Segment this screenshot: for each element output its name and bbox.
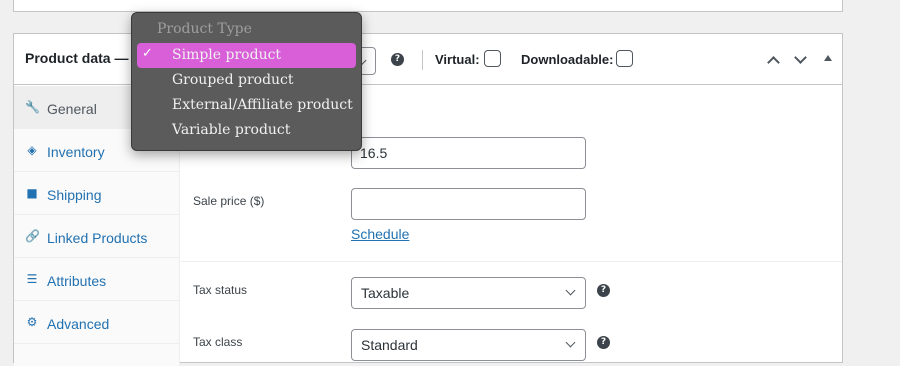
section-divider — [181, 261, 842, 262]
tag-icon: ◈ — [27, 143, 37, 157]
dropdown-header: Product Type — [157, 21, 252, 37]
option-label: External/Affiliate product — [172, 97, 353, 113]
tax-status-value: Taxable — [361, 285, 410, 301]
gear-icon: ⚙ — [26, 315, 38, 329]
move-up-icon[interactable] — [767, 56, 780, 69]
option-grouped-product[interactable]: Grouped product — [137, 68, 356, 93]
schedule-link[interactable]: Schedule — [351, 226, 409, 242]
previous-panel-box — [13, 0, 843, 12]
tab-label: Attributes — [47, 273, 107, 289]
tab-linked-products[interactable]: 🔗 Linked Products — [14, 215, 180, 258]
option-label: Simple product — [172, 47, 282, 63]
help-icon[interactable]: ? — [597, 284, 610, 297]
move-down-icon[interactable] — [794, 51, 807, 64]
header-separator — [422, 50, 423, 70]
tab-advanced[interactable]: ⚙ Advanced — [14, 301, 180, 344]
virtual-label: Virtual: — [435, 52, 480, 67]
help-icon[interactable]: ? — [391, 53, 404, 66]
checkmark-icon: ✓ — [142, 46, 153, 61]
tax-class-select[interactable]: Standard — [351, 329, 586, 361]
tab-label: Shipping — [47, 187, 102, 203]
product-type-dropdown: Product Type ✓ Simple product Grouped pr… — [131, 12, 362, 151]
tax-class-value: Standard — [361, 337, 418, 353]
virtual-checkbox[interactable] — [484, 50, 501, 67]
tax-status-select[interactable]: Taxable — [351, 277, 586, 309]
help-icon[interactable]: ? — [597, 336, 610, 349]
option-variable-product[interactable]: Variable product — [137, 118, 356, 143]
wrench-icon: 🔧 — [25, 100, 40, 114]
option-simple-product[interactable]: ✓ Simple product — [137, 43, 356, 68]
chevron-down-icon — [565, 337, 576, 348]
toggle-panel-icon[interactable] — [824, 55, 832, 61]
tab-label: Advanced — [47, 316, 110, 332]
option-label: Variable product — [172, 122, 291, 138]
tax-class-label: Tax class — [193, 335, 243, 349]
tab-label: General — [47, 101, 97, 117]
tab-label: Linked Products — [47, 230, 148, 246]
sale-price-input[interactable] — [351, 188, 586, 220]
tab-shipping[interactable]: ■ Shipping — [14, 172, 180, 215]
truck-icon: ■ — [26, 186, 38, 200]
list-icon: ☰ — [26, 272, 38, 286]
option-external-affiliate-product[interactable]: External/Affiliate product — [137, 93, 356, 118]
tab-attributes[interactable]: ☰ Attributes — [14, 258, 180, 301]
tax-status-label: Tax status — [193, 283, 248, 297]
option-label: Grouped product — [172, 72, 294, 88]
downloadable-label: Downloadable: — [521, 52, 614, 67]
regular-price-input[interactable]: 16.5 — [351, 137, 586, 169]
link-icon: 🔗 — [25, 229, 40, 243]
chevron-down-icon — [565, 285, 576, 296]
sale-price-label: Sale price ($) — [193, 194, 265, 208]
panel-title: Product data — — [25, 50, 129, 66]
downloadable-checkbox[interactable] — [616, 50, 633, 67]
tab-label: Inventory — [47, 144, 105, 160]
